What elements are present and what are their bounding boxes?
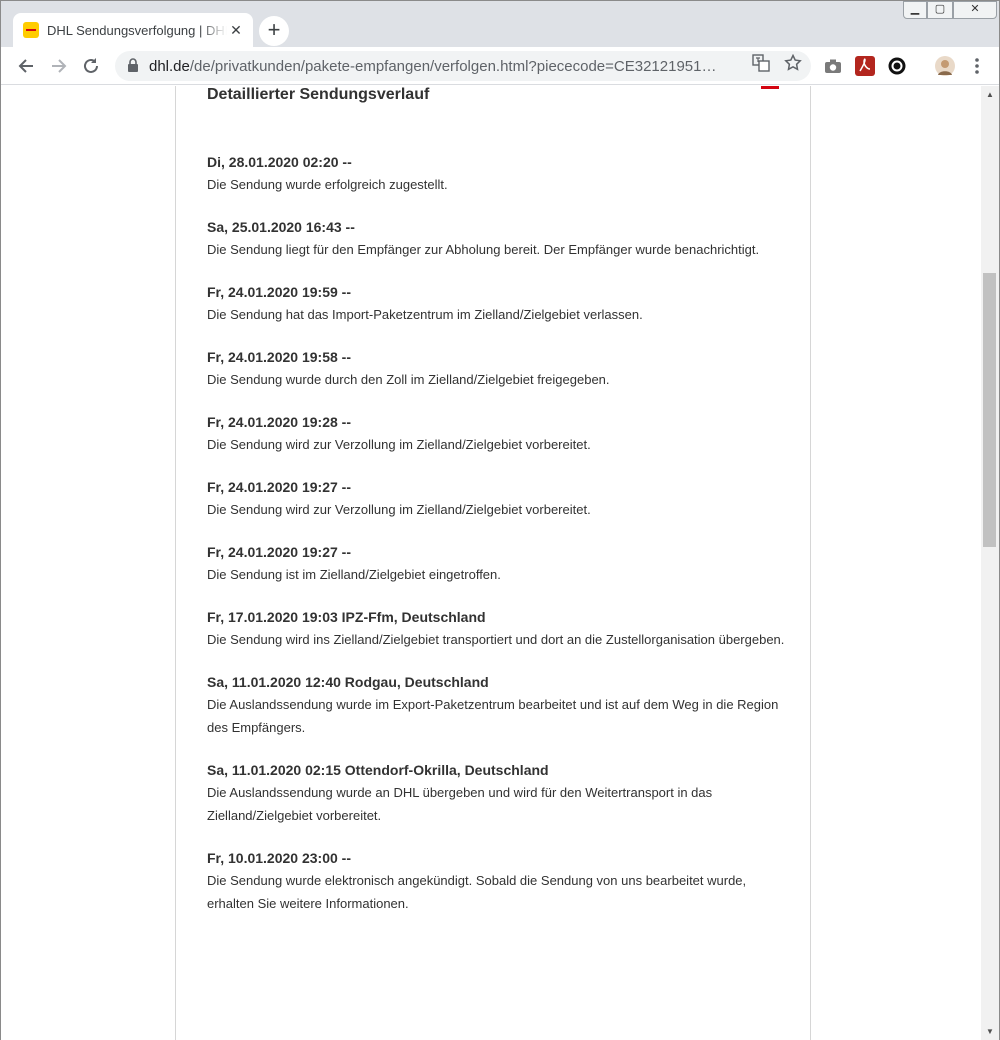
lock-icon [127,57,139,75]
event-timestamp: Fr, 10.01.2020 23:00 -- [207,850,351,866]
bookmark-star-icon[interactable] [781,53,805,78]
window-minimize-button[interactable]: ▁ [903,1,927,19]
event-description: Die Auslandssendung wurde im Export-Pake… [207,697,779,735]
tab-strip: DHL Sendungsverfolgung | DHL ✕ + ▁ ▢ ✕ [1,1,999,47]
event-timestamp: Sa, 25.01.2020 16:43 -- [207,219,355,235]
section-title: Detaillierter Sendungsverlauf [207,86,430,103]
page-viewport: Detaillierter Sendungsverlauf Di, 28.01.… [1,86,981,1040]
tab-dhl-tracking[interactable]: DHL Sendungsverfolgung | DHL ✕ [13,13,253,47]
event-item: Di, 28.01.2020 02:20 -- Die Sendung wurde… [207,151,787,196]
event-item: Fr, 17.01.2020 19:03 IPZ-Ffm, Deutschlan… [207,606,787,651]
browser-toolbar: dhl.de/de/privatkunden/pakete-empfangen/… [1,47,999,85]
browser-window: DHL Sendungsverfolgung | DHL ✕ + ▁ ▢ ✕ d… [0,0,1000,1040]
evernote-extension-icon[interactable] [887,56,907,76]
window-close-button[interactable]: ✕ [953,1,997,19]
vertical-scrollbar[interactable]: ▲ ▼ [981,86,999,1040]
scroll-down-arrow-icon[interactable]: ▼ [981,1023,999,1040]
event-timestamp: Fr, 17.01.2020 19:03 IPZ-Ffm, Deutschlan… [207,609,486,625]
event-description: Die Sendung wurde erfolgreich zugestellt… [207,177,448,192]
event-item: Sa, 25.01.2020 16:43 -- Die Sendung liegt… [207,216,787,261]
event-item: Sa, 11.01.2020 12:40 Rodgau, Deutschland… [207,671,787,739]
event-description: Die Sendung ist im Zielland/Zielgebiet e… [207,567,501,582]
event-description: Die Sendung wird zur Verzollung im Ziell… [207,437,591,452]
event-description: Die Auslandssendung wurde an DHL übergeb… [207,785,713,823]
event-item: Fr, 24.01.2020 19:27 -- Die Sendung ist i… [207,541,787,586]
event-description: Die Sendung hat das Import-Paketzentrum … [207,307,643,322]
profile-avatar[interactable] [935,56,955,76]
event-item: Sa, 11.01.2020 02:15 Ottendorf-Okrilla, … [207,759,787,827]
event-description: Die Sendung liegt für den Empfänger zur … [207,242,760,257]
reload-icon[interactable] [78,53,104,79]
scroll-up-arrow-icon[interactable]: ▲ [981,86,999,103]
dhl-favicon-icon [23,22,39,38]
menu-kebab-icon[interactable] [967,56,987,76]
collapse-minus-icon[interactable] [761,86,779,89]
tracking-history-header[interactable]: Detaillierter Sendungsverlauf [207,86,781,114]
new-tab-button[interactable]: + [259,16,289,46]
event-timestamp: Fr, 24.01.2020 19:27 -- [207,479,351,495]
event-list: Di, 28.01.2020 02:20 -- Die Sendung wurde… [207,151,787,935]
event-description: Die Sendung wird zur Verzollung im Ziell… [207,502,591,517]
event-item: Fr, 24.01.2020 19:27 -- Die Sendung wird … [207,476,787,521]
address-bar[interactable]: dhl.de/de/privatkunden/pakete-empfangen/… [115,51,811,81]
translate-icon[interactable] [749,54,773,78]
pdf-extension-icon[interactable] [855,56,875,76]
event-timestamp: Fr, 24.01.2020 19:28 -- [207,414,351,430]
event-description: Die Sendung wurde elektronisch angekündi… [207,873,747,911]
event-timestamp: Fr, 24.01.2020 19:27 -- [207,544,351,560]
event-description: Die Sendung wurde durch den Zoll im Ziel… [207,372,610,387]
event-timestamp: Di, 28.01.2020 02:20 -- [207,154,352,170]
event-item: Fr, 24.01.2020 19:59 -- Die Sendung hat d… [207,281,787,326]
event-item: Fr, 24.01.2020 19:28 -- Die Sendung wird … [207,411,787,456]
back-arrow-icon[interactable] [13,53,39,79]
tab-close-icon[interactable]: ✕ [227,21,245,39]
tab-title: DHL Sendungsverfolgung | DHL [47,22,227,38]
event-description: Die Sendung wird ins Zielland/Zielgebiet… [207,632,785,647]
url-text[interactable]: dhl.de/de/privatkunden/pakete-empfangen/… [149,58,739,75]
event-timestamp: Fr, 24.01.2020 19:58 -- [207,349,351,365]
event-timestamp: Sa, 11.01.2020 12:40 Rodgau, Deutschland [207,674,489,690]
forward-arrow-icon[interactable] [46,53,72,79]
camera-extension-icon[interactable] [823,56,843,76]
event-timestamp: Fr, 24.01.2020 19:59 -- [207,284,351,300]
event-timestamp: Sa, 11.01.2020 02:15 Ottendorf-Okrilla, … [207,762,549,778]
window-maximize-button[interactable]: ▢ [927,1,953,19]
event-item: Fr, 10.01.2020 23:00 -- Die Sendung wurde… [207,847,787,915]
event-item: Fr, 24.01.2020 19:58 -- Die Sendung wurde… [207,346,787,391]
scrollbar-thumb[interactable] [983,273,996,547]
tracking-history-card: Detaillierter Sendungsverlauf Di, 28.01.… [175,86,811,1040]
